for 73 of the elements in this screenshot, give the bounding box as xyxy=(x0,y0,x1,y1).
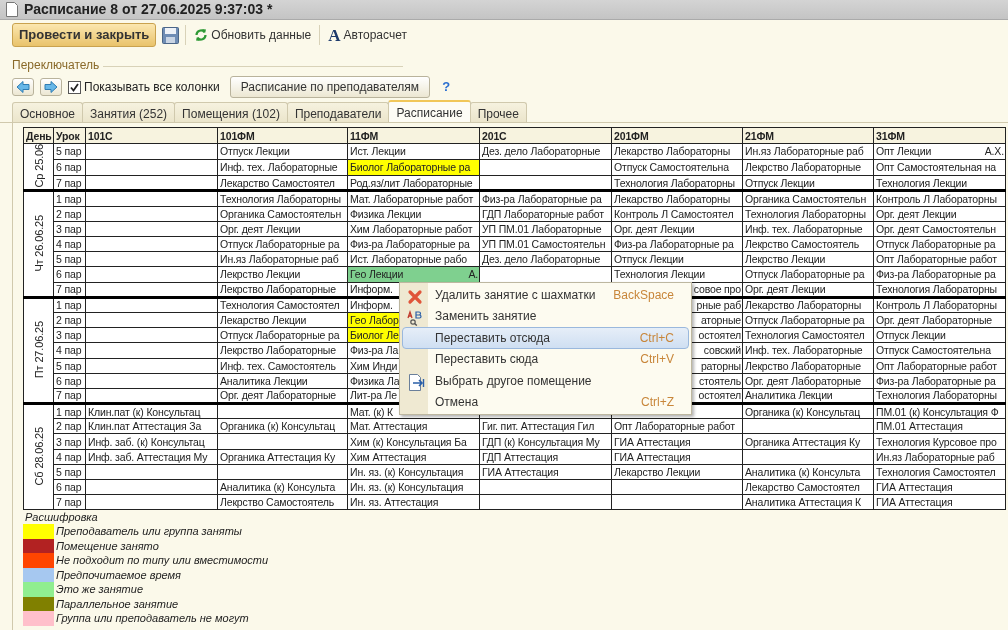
table-cell[interactable]: Органика Самостоятельн xyxy=(742,190,874,207)
show-all-columns-checkbox[interactable]: Показывать все колонки xyxy=(68,78,220,96)
table-cell[interactable]: Технология Лабораторны xyxy=(217,190,348,207)
tab[interactable]: Занятия (252) xyxy=(82,102,176,122)
legend-label: Не подходит по типу или вместимости xyxy=(56,553,269,569)
column-header: 31ФМ xyxy=(873,127,1006,144)
document-arrow-icon xyxy=(407,373,425,392)
column-header: 11ФМ xyxy=(347,127,480,144)
tab[interactable]: Прочее xyxy=(469,102,527,122)
menu-item[interactable]: Отмена Ctrl+Z xyxy=(402,391,689,413)
table-cell[interactable]: Лекарство Лабораторны xyxy=(611,190,743,207)
tab[interactable]: Помещения (102) xyxy=(174,102,288,122)
table-cell[interactable]: Лекарство Лабораторны xyxy=(742,297,874,313)
group-title: Переключатель xyxy=(12,57,100,74)
help-link[interactable]: ? xyxy=(442,77,451,97)
day-label: Ср 25.06 xyxy=(32,144,45,188)
menu-item[interactable]: Переставить отсюда Ctrl+C xyxy=(402,327,689,349)
legend-label: Параллельное занятие xyxy=(56,596,179,612)
shortcut-text: Ctrl+Z xyxy=(641,394,674,412)
lesson-number: 1 пар xyxy=(53,190,86,207)
column-header: Урок xyxy=(53,127,86,144)
lesson-text: Опт Лекции xyxy=(876,145,932,158)
menu-item[interactable]: Заменить занятие xyxy=(402,305,689,327)
menu-item[interactable]: Выбрать другое помещение xyxy=(402,370,689,392)
day-label: Сб 28.06.25 xyxy=(32,427,45,486)
table-cell[interactable]: Контроль Л Лабораторны xyxy=(873,190,1006,207)
document-icon xyxy=(6,2,18,17)
forward-button[interactable] xyxy=(40,78,62,96)
save-icon[interactable] xyxy=(162,26,180,44)
table-cell[interactable]: Клин.пат (к) Консультац xyxy=(85,403,218,419)
table-cell[interactable]: Технология Самостоятел xyxy=(217,297,348,313)
table-cell[interactable]: Органика (к) Консультац xyxy=(742,403,874,419)
refresh-icon xyxy=(194,28,209,42)
menu-item[interactable]: Удалить занятие с шахматки BackSpace xyxy=(402,284,689,306)
shortcut-text: Ctrl+V xyxy=(640,351,674,369)
replace-icon xyxy=(407,308,425,327)
tab[interactable]: Преподаватели xyxy=(286,102,390,122)
day-label: Чт 26.06.25 xyxy=(32,214,45,272)
table-cell[interactable]: Контроль Л Лабораторны xyxy=(873,297,1006,313)
window-title: Расписание 8 от 27.06.2025 9:37:03 * xyxy=(24,0,273,19)
autocalc-button[interactable]: A Авторасчет xyxy=(326,26,409,44)
teacher-schedule-button[interactable]: Расписание по преподавателям xyxy=(229,76,431,98)
legend-label: Это же занятие xyxy=(56,582,144,598)
lesson-number: 1 пар xyxy=(53,297,86,313)
lesson-text: Гео Лекции xyxy=(350,268,404,281)
shortcut-text: Ctrl+C xyxy=(639,329,674,347)
column-header: 101ФМ xyxy=(217,127,348,144)
legend-label: Предпочитаемое время xyxy=(56,567,181,583)
menu-item[interactable]: Переставить сюда Ctrl+V xyxy=(402,348,689,370)
column-header: 101С xyxy=(85,127,218,144)
lesson-number: 1 пар xyxy=(53,403,86,419)
tab[interactable]: Основное xyxy=(12,102,83,122)
check-icon xyxy=(70,82,79,92)
table-cell[interactable]: Мат. Лабораторные работ xyxy=(347,190,480,207)
shortcut-text: BackSpace xyxy=(613,286,674,304)
legend-label: Группа или преподаватель не могут xyxy=(56,611,249,627)
post-and-close-button[interactable]: Провести и закрыть xyxy=(12,23,157,47)
legend-label: Помещение занято xyxy=(56,538,159,554)
teacher-initials: А. xyxy=(468,268,478,281)
table-cell[interactable]: ПМ.01 (к) Консультация Ф xyxy=(873,403,1006,419)
table-cell[interactable]: Физ-ра Лабораторные ра xyxy=(479,190,612,207)
day-label: Пт 27.06.25 xyxy=(32,320,45,378)
teacher-initials: А.Х. xyxy=(984,145,1004,158)
close-icon xyxy=(407,287,423,305)
refresh-button[interactable]: Обновить данные xyxy=(192,26,314,44)
legend-label: Преподаватель или группа заняты xyxy=(56,524,242,540)
legend-title: Расшифровка xyxy=(25,511,99,525)
back-button[interactable] xyxy=(12,78,34,96)
tab[interactable]: Расписание xyxy=(388,100,471,122)
column-header: 201ФМ xyxy=(611,127,743,144)
column-header: 201С xyxy=(479,127,612,144)
column-header: 21ФМ xyxy=(742,127,874,144)
column-header: День xyxy=(23,127,54,144)
